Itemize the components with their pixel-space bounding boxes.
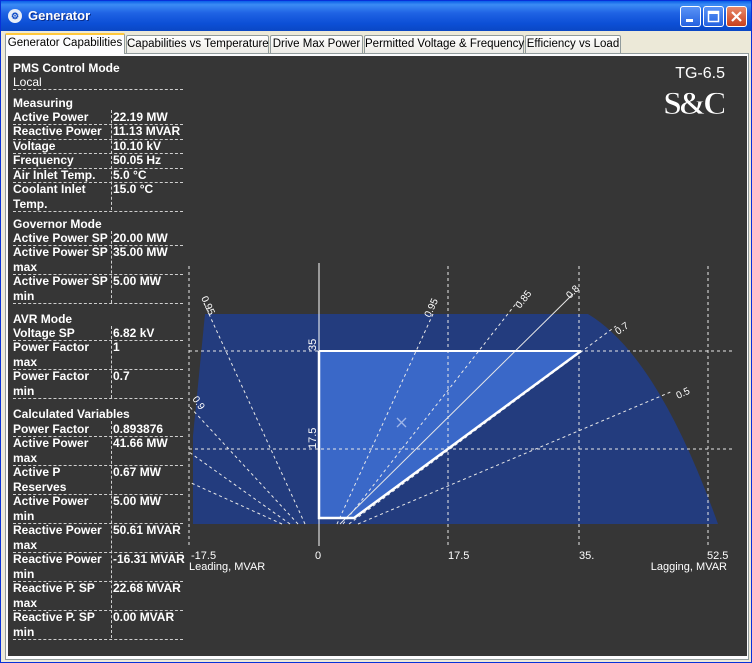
pf-label: 0.8 — [564, 283, 582, 301]
x-tick-label: 17.5 — [448, 550, 469, 562]
x-tick-label: 35. — [579, 550, 594, 562]
maximize-icon — [707, 10, 720, 23]
title-bar[interactable]: ⚙ Generator — [1, 1, 751, 31]
x-axis-label-lagging: Lagging, MVAR — [651, 561, 727, 573]
maximize-button[interactable] — [703, 6, 724, 27]
capabilities-view: PMS Control Mode Local Measuring Active … — [8, 56, 747, 656]
pf-label: 0.95 — [198, 295, 216, 318]
pf-label: 0.5 — [675, 386, 693, 402]
tab-drive-max-power[interactable]: Drive Max Power — [270, 35, 363, 53]
generator-window: ⚙ Generator Generator Capabilities Capab… — [0, 0, 752, 663]
x-tick-label: 0 — [315, 550, 321, 562]
tab-capabilities-vs-temperature[interactable]: Capabilities vs Temperature — [126, 35, 269, 53]
tab-permitted-voltage-frequency[interactable]: Permitted Voltage & Frequency — [364, 35, 524, 53]
close-button[interactable] — [726, 6, 747, 27]
tab-efficiency-vs-load[interactable]: Efficiency vs Load — [525, 35, 621, 53]
y-tick-label: 35 — [307, 339, 319, 351]
tab-generator-capabilities[interactable]: Generator Capabilities — [5, 33, 125, 54]
minimize-icon — [686, 19, 693, 22]
pf-label: 0.7 — [613, 320, 631, 337]
y-tick-label: 17.5 — [307, 428, 319, 449]
x-axis-label-leading: Leading, MVAR — [189, 561, 265, 573]
model-label: TG-6.5 — [675, 65, 725, 82]
capability-chart: 0.95 0.9 0.95 0.85 0.8 0.7 0.5 17.5 35 -… — [188, 65, 733, 573]
minimize-button[interactable] — [680, 6, 701, 27]
brand-logo: S&C — [663, 86, 725, 122]
close-icon — [731, 11, 742, 22]
window-title: Generator — [28, 8, 91, 23]
app-icon: ⚙ — [8, 9, 22, 23]
pf-label: 0.85 — [514, 288, 535, 310]
